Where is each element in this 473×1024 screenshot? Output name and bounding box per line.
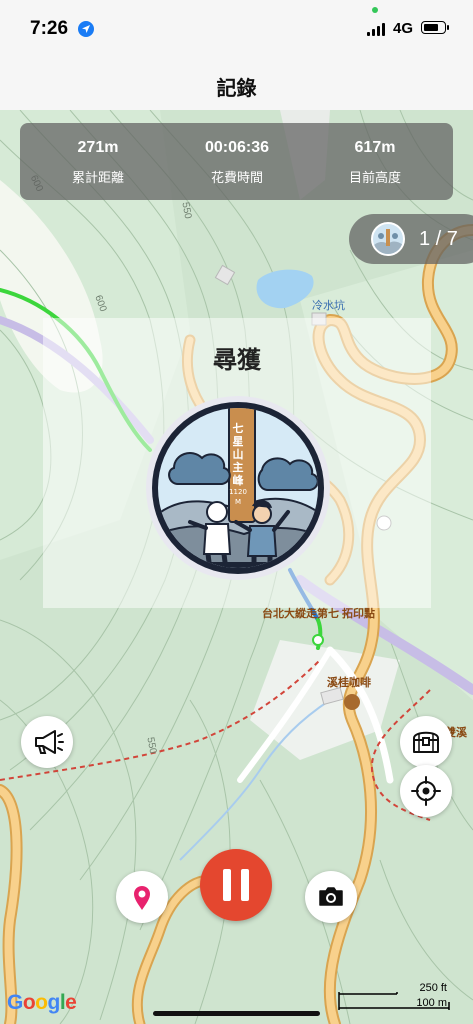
badge-elevation-unit: M [234,498,242,506]
stat-label: 累計距離 [71,170,124,185]
cafe-label: 溪桂咖啡 [327,677,371,689]
collection-progress[interactable]: 1 / 7 [349,214,473,264]
progress-count: 1 / 7 [419,228,458,250]
google-logo: Google [7,991,77,1014]
found-panel: 尋獲 七星山主峰 1120 M [43,318,431,608]
status-bar: 7:26 4G [0,0,473,60]
stat-altitude: 617m 目前高度 [310,139,440,186]
badge-elevation: 1120 [229,488,247,496]
crosshair-icon [411,776,441,806]
stat-value: 00:06:36 [204,139,270,156]
pause-recording-button[interactable] [200,849,272,921]
scale-bar: 250 ft 100 m [337,982,455,1010]
location-arrow-icon [78,21,94,37]
found-title: 尋獲 [213,347,261,374]
stat-label: 目前高度 [348,170,401,185]
treasure-chest-icon [413,731,439,753]
stats-panel: 271m 累計距離 00:06:36 花費時間 617m 目前高度 [20,123,453,200]
mountain-badge: 七星山主峰 1120 M [144,394,332,582]
privacy-indicator [372,7,378,13]
add-waypoint-button[interactable] [116,871,168,923]
locate-me-button[interactable] [400,765,452,817]
camera-button[interactable] [305,871,357,923]
page-title: 記錄 [216,78,257,100]
header: 記錄 [0,60,473,110]
battery-icon [421,21,449,34]
badge-mountain-name: 七星山主峰 [232,422,244,487]
signal-icon [367,22,387,36]
home-indicator [153,1011,320,1016]
treasure-button[interactable] [400,716,452,768]
camera-icon [319,887,343,906]
lake-label: 冷水坑 [312,300,345,312]
status-time: 7:26 [30,18,69,39]
scale-feet: 250 ft [419,982,447,994]
announcement-button[interactable] [21,716,73,768]
stat-value: 271m [77,139,119,156]
scale-meters: 100 m [416,997,447,1009]
stat-label: 花費時間 [210,170,263,185]
stat-distance: 271m 累計距離 [33,139,163,186]
stat-value: 617m [354,139,396,156]
map-pin-icon [134,886,150,910]
megaphone-icon [35,730,64,754]
badge-thumbnail [371,222,405,256]
battery-level [424,24,438,31]
network-type: 4G [393,20,414,37]
stat-time: 00:06:36 花費時間 [172,139,302,186]
